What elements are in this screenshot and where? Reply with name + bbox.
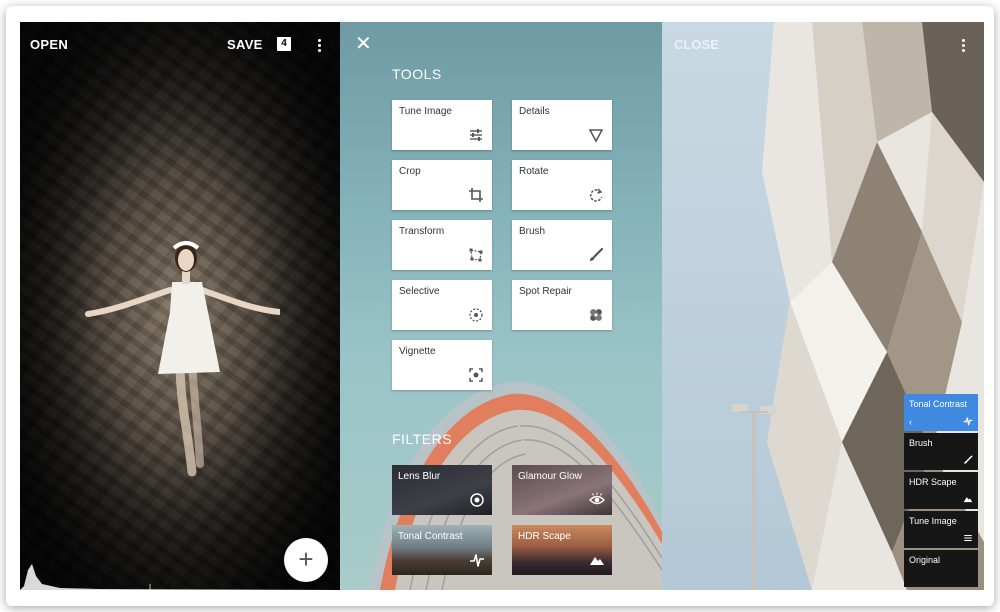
edit-count-badge[interactable]: 4: [277, 37, 291, 51]
filter-lens-blur[interactable]: Lens Blur: [392, 465, 492, 515]
tools-panel: ✕ TOOLS Tune Image Details Crop Rotate T…: [340, 22, 662, 590]
brush-icon: [590, 247, 604, 261]
filters-heading: FILTERS: [392, 431, 453, 447]
stack-item-label: HDR Scape: [909, 477, 957, 487]
selective-icon: [469, 308, 483, 322]
stack-panel: CLOSE Tonal Contrast ‹ Brush HDR Scape T…: [662, 22, 984, 590]
filter-label: Lens Blur: [398, 471, 441, 482]
tool-crop[interactable]: Crop: [392, 160, 492, 210]
filter-tonal-contrast[interactable]: Tonal Contrast: [392, 525, 492, 575]
tools-heading: TOOLS: [392, 66, 442, 82]
add-button[interactable]: +: [284, 538, 328, 582]
tool-label: Selective: [399, 286, 440, 297]
pulse-icon: [963, 417, 973, 426]
tool-brush[interactable]: Brush: [512, 220, 612, 270]
vignette-icon: [469, 368, 483, 382]
save-button[interactable]: SAVE: [227, 37, 263, 52]
stack-item-label: Original: [909, 555, 941, 565]
stack-item-original[interactable]: Original: [904, 550, 978, 587]
tool-tune-image[interactable]: Tune Image: [392, 100, 492, 150]
filter-label: Tonal Contrast: [398, 531, 463, 542]
target-icon: [470, 493, 484, 507]
stack-item-label: Brush: [909, 438, 933, 448]
photo-subject: [85, 241, 280, 477]
tool-label: Spot Repair: [519, 286, 572, 297]
triangle-icon: [588, 129, 604, 143]
pulse-icon: [470, 554, 484, 567]
tool-label: Vignette: [399, 346, 436, 357]
tool-label: Tune Image: [399, 106, 452, 117]
back-arrow-icon[interactable]: ‹: [909, 417, 912, 427]
close-icon[interactable]: ✕: [355, 34, 372, 54]
bandage-icon: [590, 309, 602, 321]
stack-item-hdr-scape[interactable]: HDR Scape: [904, 472, 978, 509]
tool-label: Transform: [399, 226, 445, 237]
stack-item-brush[interactable]: Brush: [904, 433, 978, 470]
close-button[interactable]: CLOSE: [674, 37, 719, 52]
tool-details[interactable]: Details: [512, 100, 612, 150]
rotate-icon: [589, 188, 603, 202]
tool-vignette[interactable]: Vignette: [392, 340, 492, 390]
eye-icon: [589, 492, 605, 505]
filter-label: HDR Scape: [518, 531, 571, 542]
stack-item-tune-image[interactable]: Tune Image: [904, 511, 978, 548]
sliders-icon: [470, 129, 482, 141]
tool-spot-repair[interactable]: Spot Repair: [512, 280, 612, 330]
sliders-icon: [964, 535, 972, 541]
editor-panel: OPEN SAVE 4 +: [20, 22, 340, 590]
brush-icon: [964, 455, 973, 464]
crop-icon: [469, 188, 483, 202]
stack-item-tonal-contrast[interactable]: Tonal Contrast ‹: [904, 394, 978, 431]
filter-hdr-scape[interactable]: HDR Scape: [512, 525, 612, 575]
transform-icon: [469, 248, 483, 262]
tool-rotate[interactable]: Rotate: [512, 160, 612, 210]
tool-label: Crop: [399, 166, 421, 177]
edit-stack: Tonal Contrast ‹ Brush HDR Scape Tune Im…: [904, 394, 978, 589]
tool-selective[interactable]: Selective: [392, 280, 492, 330]
building-photo: [370, 381, 662, 590]
tool-label: Details: [519, 106, 550, 117]
tool-transform[interactable]: Transform: [392, 220, 492, 270]
tool-label: Rotate: [519, 166, 549, 177]
mountain-icon: [590, 557, 604, 565]
more-menu-icon[interactable]: [318, 39, 322, 54]
filter-glamour-glow[interactable]: Glamour Glow: [512, 465, 612, 515]
stack-item-label: Tonal Contrast: [909, 399, 968, 409]
open-button[interactable]: OPEN: [30, 37, 68, 52]
more-menu-icon[interactable]: [962, 39, 966, 54]
stack-item-label: Tune Image: [909, 516, 957, 526]
tool-label: Brush: [519, 226, 546, 237]
filter-label: Glamour Glow: [518, 471, 582, 482]
mountain-icon: [963, 497, 973, 503]
